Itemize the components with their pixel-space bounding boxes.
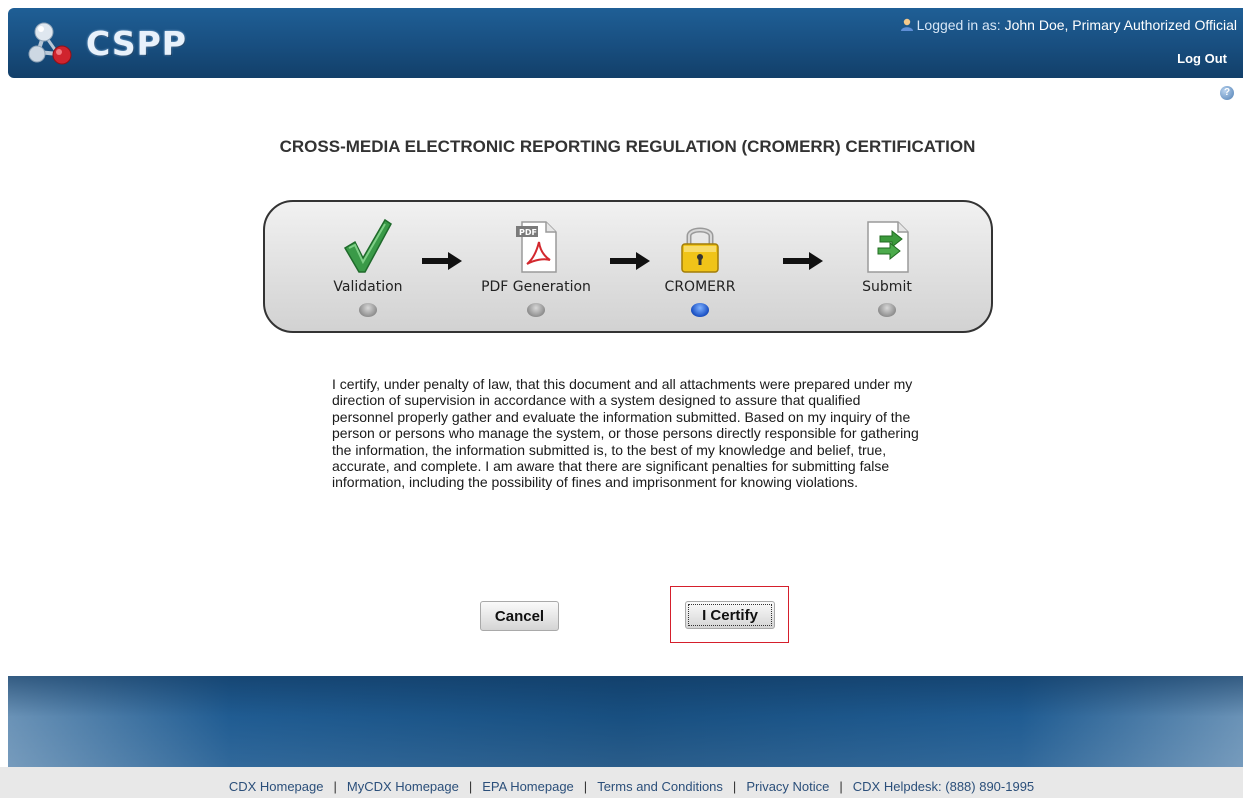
footer-link-mycdx-homepage[interactable]: MyCDX Homepage: [347, 779, 459, 794]
submit-document-icon: [867, 221, 909, 273]
footer-links: CDX Homepage | MyCDX Homepage | EPA Homepage…: [0, 767, 1243, 798]
pdf-document-icon: PDF: [516, 221, 557, 273]
checkmark-icon: [343, 218, 392, 273]
arrow-right-icon: [422, 252, 462, 270]
cancel-button[interactable]: Cancel: [480, 601, 559, 631]
footer-banner: [8, 676, 1243, 767]
footer-link-cdx-homepage[interactable]: CDX Homepage: [229, 779, 324, 794]
step-pdf-generation: PDF PDF Generation: [466, 216, 606, 317]
user-icon: [900, 18, 913, 31]
logout-link[interactable]: Log Out: [1177, 51, 1227, 66]
step-indicator: [527, 303, 545, 317]
step-label: Submit: [862, 279, 912, 295]
footer-separator: |: [732, 779, 737, 794]
step-indicator-active: [691, 303, 709, 317]
footer-separator: |: [839, 779, 843, 794]
step-indicator: [878, 303, 896, 317]
certify-button[interactable]: I Certify: [685, 601, 775, 629]
logo-text: CSPP: [86, 24, 187, 63]
footer-link-privacy-notice[interactable]: Privacy Notice: [746, 779, 829, 794]
footer-link-terms-and-conditions[interactable]: Terms and Conditions: [597, 779, 723, 794]
footer-link-epa-homepage[interactable]: EPA Homepage: [482, 779, 574, 794]
step-label: Validation: [333, 279, 403, 295]
step-cromerr: CROMERR: [630, 216, 770, 317]
logged-in-info: Logged in as: John Doe, Primary Authoriz…: [900, 17, 1237, 33]
step-label: CROMERR: [664, 279, 736, 295]
footer-separator: |: [468, 779, 473, 794]
molecule-logo-icon: [28, 22, 72, 65]
help-icon[interactable]: ?: [1220, 86, 1234, 100]
site-header: CSPP Logged in as: John Doe, Primary Aut…: [8, 8, 1243, 78]
cspp-logo[interactable]: CSPP: [24, 20, 214, 70]
logged-in-label: Logged in as:: [916, 17, 1005, 33]
step-validation: Validation: [298, 216, 438, 317]
footer-separator: |: [583, 779, 588, 794]
user-name: John Doe, Primary Authorized Official: [1004, 17, 1237, 33]
padlock-icon: [681, 227, 719, 273]
step-label: PDF Generation: [481, 279, 591, 295]
progress-tracker: Validation PDF PDF Generation CROMERR Su…: [263, 200, 993, 333]
footer-link-cdx-helpdesk[interactable]: CDX Helpdesk: (888) 890-1995: [853, 779, 1034, 794]
step-submit: Submit: [817, 216, 957, 317]
certification-statement: I certify, under penalty of law, that th…: [332, 376, 919, 491]
page-title: CROSS-MEDIA ELECTRONIC REPORTING REGULAT…: [279, 137, 976, 156]
pdf-badge: PDF: [519, 228, 537, 237]
footer-separator: |: [333, 779, 337, 794]
step-indicator: [359, 303, 377, 317]
